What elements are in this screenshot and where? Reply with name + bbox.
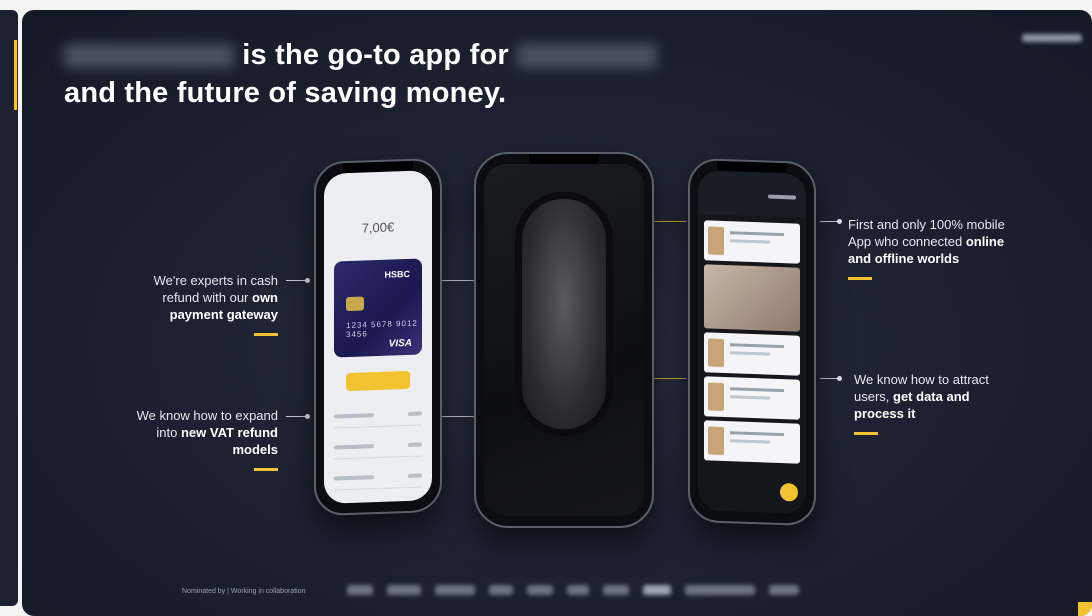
product-thumbnail	[708, 226, 724, 256]
list-item	[334, 468, 422, 491]
product-thumbnail	[708, 426, 724, 456]
list-item	[334, 406, 422, 429]
partner-logo	[387, 585, 421, 595]
feed-card-line	[730, 439, 770, 444]
callout-payment-gateway: We're experts in cash refund with our ow…	[114, 272, 278, 336]
partner-logo	[489, 585, 513, 595]
partner-logo	[527, 585, 553, 595]
payment-card: HSBC 1234 5678 9012 3456 VISA	[334, 258, 422, 358]
refund-amount: 7,00€	[361, 219, 395, 236]
card-chip-icon	[346, 296, 364, 312]
card-bank: HSBC	[384, 268, 410, 280]
feed-card-line	[730, 231, 784, 237]
product-thumbnail	[708, 382, 724, 412]
connector-left-top-a	[286, 278, 310, 283]
transaction-list	[334, 406, 422, 504]
redacted-brand-name	[64, 44, 234, 69]
phone-left-screen: 7,00€ HSBC 1234 5678 9012 3456 VISA	[324, 170, 432, 504]
brand-logo	[1022, 34, 1082, 42]
app-logo	[768, 194, 796, 200]
card-number: 1234 5678 9012 3456	[346, 318, 418, 340]
feed-list	[704, 220, 800, 467]
presentation-slide: is the go-to app for and the future of s…	[22, 10, 1092, 616]
partner-logo	[567, 585, 589, 595]
feed-card[interactable]	[704, 332, 800, 376]
connector-left-bottom-a	[286, 414, 310, 419]
callout-dash	[854, 432, 878, 435]
feed-card-line	[730, 431, 784, 437]
partner-logo	[685, 585, 755, 595]
headline-line-1: is the go-to app for	[242, 39, 509, 71]
partner-logo	[435, 585, 475, 595]
floating-action-button[interactable]	[780, 482, 798, 502]
previous-slide-edge[interactable]	[0, 10, 18, 606]
product-thumbnail	[708, 338, 724, 368]
partner-logo	[643, 585, 671, 595]
callout-bold: new VAT refund models	[180, 425, 278, 457]
feed-card[interactable]	[704, 420, 800, 464]
callout-dash	[254, 333, 278, 336]
feed-card-image[interactable]	[704, 264, 800, 332]
feed-card-line	[730, 351, 770, 356]
airplane-window-image	[515, 192, 613, 436]
partner-logos	[347, 585, 799, 595]
feed-card[interactable]	[704, 220, 800, 264]
connector-right-bottom-b	[820, 376, 842, 381]
previous-slide-accent	[14, 40, 17, 110]
callout-online-offline: First and only 100% mobile App who conne…	[848, 216, 1008, 280]
phone-center	[474, 152, 654, 528]
list-item	[334, 499, 422, 504]
redacted-segment	[517, 44, 658, 69]
card-brand: VISA	[388, 337, 412, 350]
feed-card-line	[730, 387, 784, 393]
refund-button[interactable]	[346, 370, 410, 392]
phone-right	[688, 157, 816, 527]
callout-dash	[848, 277, 872, 280]
partner-logo	[603, 585, 629, 595]
partner-logo	[347, 585, 373, 595]
feed-card[interactable]	[704, 376, 800, 420]
footer-note: Nominated by | Working in collaboration	[182, 588, 306, 595]
callout-dash	[254, 468, 278, 471]
phone-left: 7,00€ HSBC 1234 5678 9012 3456 VISA	[314, 157, 442, 517]
headline-line-2: and the future of saving money.	[64, 77, 507, 109]
callout-vat-refund: We know how to expand into new VAT refun…	[114, 407, 278, 471]
feed-header	[698, 170, 806, 218]
list-item	[334, 437, 422, 460]
slide-headline: is the go-to app for and the future of s…	[64, 36, 658, 112]
connector-right-top-b	[820, 219, 842, 224]
partner-logo	[769, 585, 799, 595]
phone-center-screen	[484, 164, 644, 516]
phone-right-screen	[698, 170, 806, 514]
feed-card-line	[730, 239, 770, 244]
callout-users-data: We know how to attract users, get data a…	[854, 371, 1014, 435]
feed-card-line	[730, 395, 770, 400]
next-slide-marker[interactable]	[1078, 602, 1092, 616]
feed-card-line	[730, 343, 784, 349]
